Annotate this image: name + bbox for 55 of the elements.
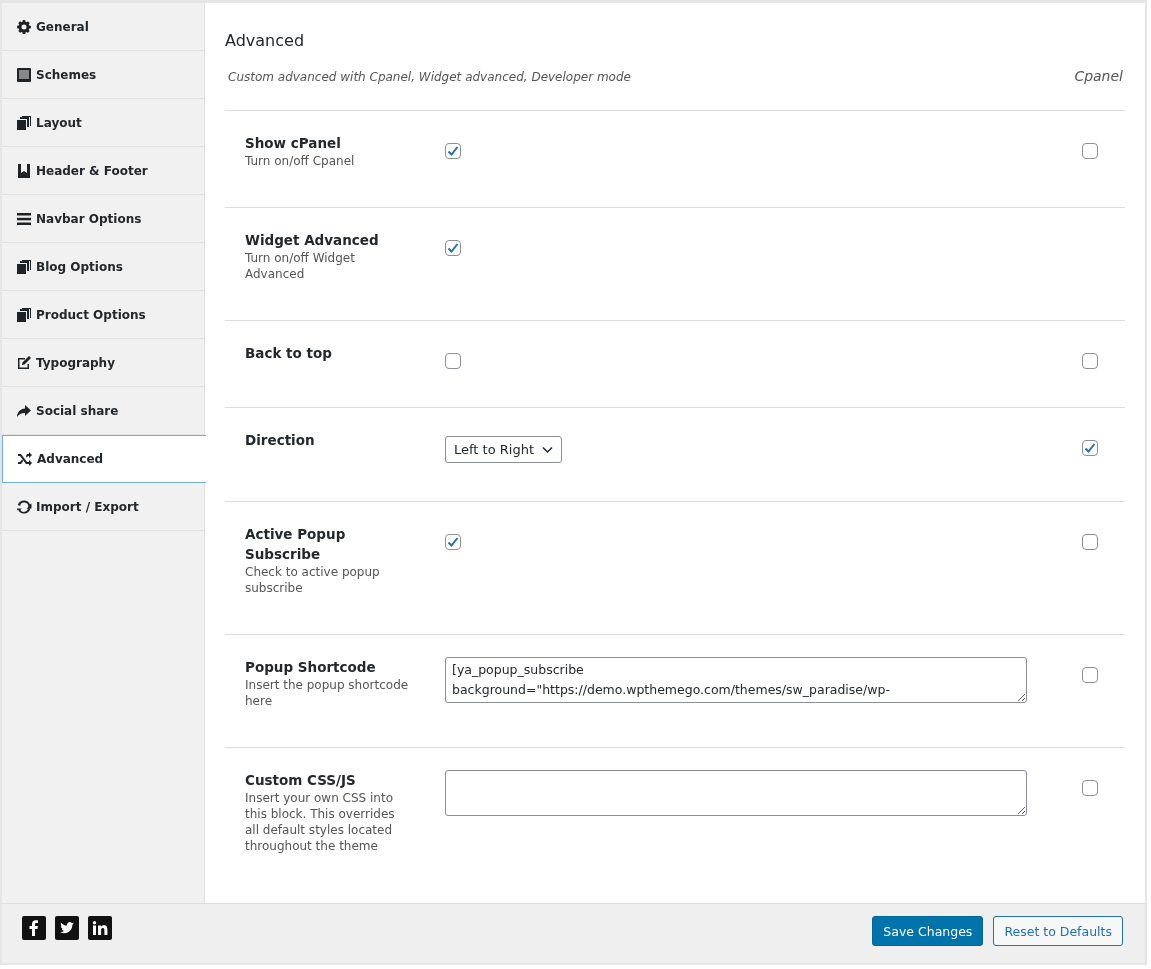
option-label: Popup Shortcode	[245, 658, 377, 677]
sidebar-item[interactable]: General	[2, 3, 204, 51]
sidebar-item[interactable]: Product Options	[2, 291, 204, 339]
copy-icon	[16, 258, 32, 275]
text-area[interactable]	[445, 770, 1027, 816]
reset-button[interactable]: Reset to Defaults	[993, 916, 1123, 946]
facebook-icon[interactable]	[22, 916, 46, 940]
option-label: Custom CSS/JS	[245, 771, 357, 790]
cpanel-checkbox[interactable]	[1082, 353, 1098, 369]
copy-icon	[16, 306, 32, 323]
option-description: Check to active popup subscribe	[245, 564, 381, 596]
option-description: Insert the popup shortcode here	[245, 677, 410, 709]
cpanel-checkbox[interactable]	[1082, 667, 1098, 683]
option-description: Turn on/off Cpanel	[245, 153, 356, 169]
sidebar-item[interactable]: Advanced	[2, 435, 206, 483]
sidebar-item[interactable]: Layout	[2, 99, 204, 147]
shuffle-icon	[17, 451, 33, 467]
option-description: Insert your own CSS into this block. This overrides all default styles located throughout the theme	[245, 790, 396, 854]
option-label: Widget Advanced	[245, 231, 380, 250]
sidebar-item[interactable]: Header & Footer	[2, 147, 204, 195]
cpanel-checkbox[interactable]	[1082, 534, 1098, 550]
bookmark-icon	[16, 162, 32, 179]
chevron-down-icon	[542, 445, 553, 454]
edit-icon	[16, 354, 32, 371]
sidebar-item[interactable]: Navbar Options	[2, 195, 204, 243]
share-icon	[16, 402, 32, 419]
cpanel-checkbox[interactable]	[1082, 440, 1098, 456]
sidebar-item[interactable]: Import / Export	[2, 483, 204, 531]
checkbox[interactable]	[445, 240, 461, 256]
text-area[interactable]: [ya_popup_subscribe background="https://demo.wpthemego.com/themes/sw_paradise/wp-	[445, 657, 1027, 703]
cpanel-checkbox[interactable]	[1082, 143, 1098, 159]
section-description: Custom advanced with Cpanel, Widget advanced, Developer mode	[228, 70, 631, 84]
checkbox[interactable]	[445, 143, 461, 159]
direction-dropdown[interactable]: Left to Right	[445, 436, 562, 463]
section-title: Advanced	[225, 31, 306, 50]
sidebar-item[interactable]: Blog Options	[2, 243, 204, 291]
option-label: Back to top	[245, 344, 333, 363]
option-label: Active Popup Subscribe	[245, 525, 347, 564]
gear-icon	[16, 18, 32, 35]
linkedin-icon[interactable]	[88, 916, 112, 940]
cpanel-heading: Cpanel	[1074, 68, 1123, 84]
option-label: Direction	[245, 431, 316, 450]
option-label: Show cPanel	[245, 134, 342, 153]
save-button[interactable]: Save Changes	[872, 916, 984, 946]
twitter-icon[interactable]	[55, 916, 79, 940]
option-description: Turn on/off Widget Advanced	[245, 250, 356, 282]
sidebar-item[interactable]: Schemes	[2, 51, 204, 99]
cpanel-checkbox[interactable]	[1082, 780, 1098, 796]
checkbox[interactable]	[445, 353, 461, 369]
refresh-icon	[16, 498, 32, 515]
sidebar-item[interactable]: Typography	[2, 339, 204, 387]
copy-icon	[16, 114, 32, 131]
checkbox[interactable]	[445, 534, 461, 550]
bars-icon	[16, 210, 32, 227]
monitor-icon	[16, 66, 32, 83]
